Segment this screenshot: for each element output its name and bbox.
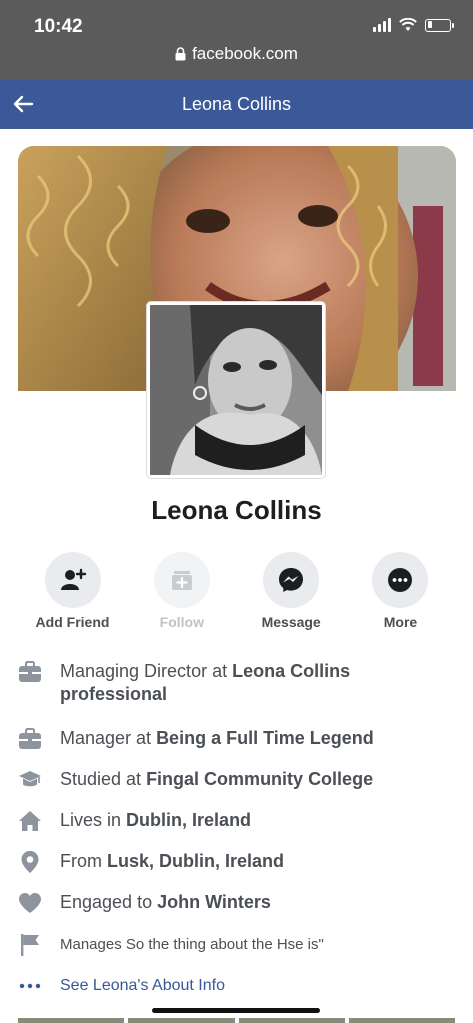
- info-link-city[interactable]: Dublin, Ireland: [126, 810, 251, 830]
- battery-level: [427, 21, 432, 28]
- status-time: 10:42: [34, 16, 83, 37]
- info-text-work: Manager at Being a Full Time Legend: [60, 727, 374, 751]
- info-link-hometown[interactable]: Lusk, Dublin, Ireland: [107, 851, 284, 871]
- nav-bar: Leona Collins: [0, 80, 473, 129]
- profile-picture[interactable]: [147, 302, 325, 478]
- info-link-school[interactable]: Fingal Community College: [146, 769, 373, 789]
- info-item-education[interactable]: Studied at Fingal Community College: [18, 768, 458, 792]
- follow-circle: [153, 552, 210, 608]
- add-friend-label: Add Friend: [35, 614, 110, 630]
- lock-icon: [175, 47, 186, 61]
- home-indicator: [152, 1008, 320, 1013]
- info-prefix: Manager at: [60, 728, 157, 748]
- info-prefix: From: [60, 851, 107, 871]
- see-about-info-link[interactable]: See Leona's About Info: [18, 974, 458, 998]
- more-dots-icon: [18, 974, 42, 998]
- follow-button[interactable]: Follow: [127, 552, 236, 630]
- info-prefix: Lives in: [60, 810, 127, 830]
- info-text-from: From Lusk, Dublin, Ireland: [60, 850, 284, 874]
- info-prefix: Engaged to: [60, 892, 158, 912]
- message-circle: [263, 552, 320, 608]
- profile-name: Leona Collins: [151, 495, 322, 525]
- info-prefix: Managing Director at: [60, 661, 233, 681]
- see-about-text: See Leona's About Info: [60, 977, 225, 994]
- photo-thumbnail[interactable]: [18, 1018, 125, 1023]
- wifi-icon: [399, 18, 417, 31]
- info-text-work: Managing Director at Leona Collins profe…: [60, 660, 458, 706]
- photos-preview-strip[interactable]: [18, 1018, 455, 1023]
- info-item-work[interactable]: Manager at Being a Full Time Legend: [18, 727, 458, 751]
- info-link-employer[interactable]: Being a Full Time Legend: [156, 728, 374, 748]
- messenger-icon: [279, 568, 304, 592]
- heart-icon: [18, 891, 42, 915]
- message-button[interactable]: Message: [237, 552, 346, 630]
- briefcase-icon: [18, 727, 42, 751]
- flag-icon: [18, 933, 42, 957]
- add-friend-icon: [60, 568, 86, 590]
- add-friend-circle: [44, 552, 101, 608]
- url-text: facebook.com: [192, 44, 298, 63]
- info-item-manages[interactable]: Manages So the thing about the Hse is": [18, 933, 458, 957]
- add-friend-button[interactable]: Add Friend: [18, 552, 127, 630]
- battery-icon: [425, 18, 454, 32]
- info-prefix: Studied at: [60, 769, 147, 789]
- more-label: More: [383, 614, 418, 630]
- briefcase-icon: [18, 660, 42, 684]
- message-label: Message: [261, 614, 321, 630]
- photo-thumbnail[interactable]: [348, 1018, 455, 1023]
- more-button[interactable]: More: [346, 552, 455, 630]
- photo-thumbnail[interactable]: [128, 1018, 235, 1023]
- more-circle: [372, 552, 429, 608]
- info-link-partner[interactable]: John Winters: [157, 892, 271, 912]
- info-text-education: Studied at Fingal Community College: [60, 768, 373, 792]
- follow-icon: [171, 571, 192, 590]
- info-text-lives: Lives in Dublin, Ireland: [60, 809, 251, 833]
- location-pin-icon: [18, 850, 42, 874]
- home-icon: [18, 809, 42, 833]
- status-bar: 10:42 facebook.com: [0, 0, 473, 80]
- profile-picture-image: [150, 305, 322, 475]
- follow-label: Follow: [159, 614, 204, 630]
- info-item-lives[interactable]: Lives in Dublin, Ireland: [18, 809, 458, 833]
- photo-thumbnail[interactable]: [238, 1018, 345, 1023]
- info-item-from[interactable]: From Lusk, Dublin, Ireland: [18, 850, 458, 874]
- info-text-relationship: Engaged to John Winters: [60, 891, 271, 915]
- info-text-manages: Manages So the thing about the Hse is": [60, 936, 324, 953]
- more-icon: [388, 568, 413, 592]
- profile-actions: Add Friend Follow Message More: [18, 552, 455, 630]
- page-title: Leona Collins: [181, 94, 292, 114]
- status-icons: [373, 18, 454, 32]
- info-item-work[interactable]: Managing Director at Leona Collins profe…: [18, 660, 458, 706]
- address-bar[interactable]: facebook.com: [0, 44, 473, 64]
- signal-icon: [373, 18, 391, 32]
- info-item-relationship[interactable]: Engaged to John Winters: [18, 891, 458, 915]
- graduation-cap-icon: [18, 768, 42, 792]
